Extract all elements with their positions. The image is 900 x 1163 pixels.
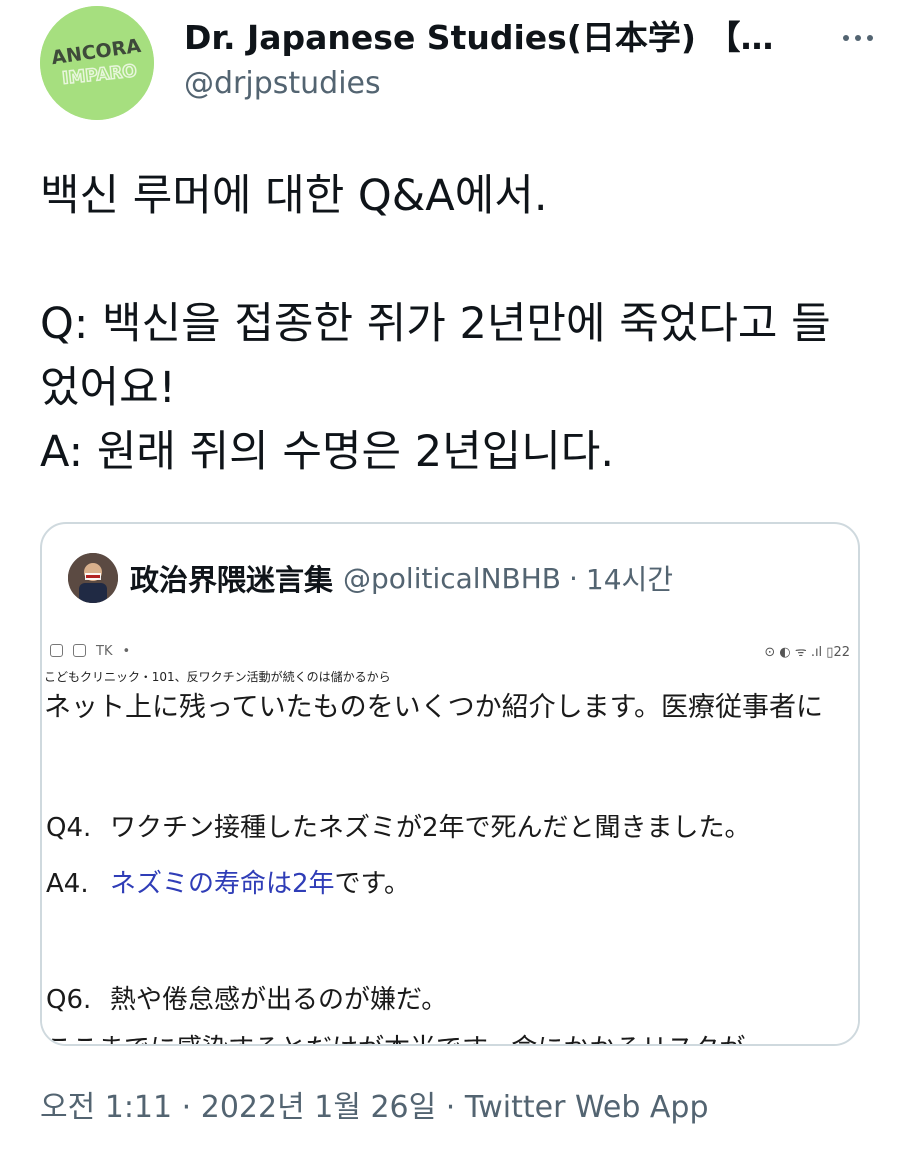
screenshot-row: A4. ネズミの寿命は2年です。 — [46, 864, 410, 904]
tweet-source[interactable]: Twitter Web App — [465, 1090, 709, 1125]
avatar-logo: ANCORA IMPARO — [40, 6, 154, 120]
tweet-text: 백신 루머에 대한 Q&A에서. Q: 백신을 접종한 쥐가 2년만에 죽었다고… — [40, 171, 831, 477]
meta-separator: · — [181, 1090, 192, 1125]
quoted-tweet-header: 政治界隈迷言集 @politicalNBHB · 14시간 — [68, 552, 848, 604]
row-label: Q6. — [46, 985, 92, 1015]
quoted-author-avatar[interactable] — [68, 553, 118, 603]
quoted-separator: · — [569, 561, 578, 595]
status-dot: • — [122, 644, 131, 659]
tweet-date[interactable]: 2022년 1월 26일 — [201, 1090, 436, 1125]
row-highlight: ネズミの寿命は2年 — [110, 869, 335, 899]
meta-separator: · — [445, 1090, 456, 1125]
quoted-display-name[interactable]: 政治界隈迷言集 — [130, 557, 333, 599]
quoted-media-screenshot[interactable]: TK • ⊙ ◐ ᯤ .ıl ▯22 こどもクリニック・101、反ワクチン活動が… — [42, 636, 858, 1044]
row-text: ワクチン接種したネズミが2年で死んだと聞きました。 — [110, 813, 751, 843]
screenshot-intro: ネット上に残っていたものをいくつか紹介します。医療従事者に — [44, 692, 823, 723]
cut-text: ここまでに感染するとだけが本当です。命にかかるリスクが — [46, 1034, 846, 1044]
status-left-icons: TK • — [50, 644, 130, 659]
author-avatar[interactable]: ANCORA IMPARO — [40, 6, 154, 120]
notification-icon — [50, 644, 63, 657]
row-label: Q4. — [46, 813, 92, 843]
row-text-rest: です。 — [334, 869, 410, 899]
screenshot-cut-line: ここまでに感染するとだけが本当です。命にかかるリスクが — [46, 1034, 846, 1044]
status-glyph: TK — [96, 644, 113, 659]
author-names: Dr. Japanese Studies(日本学) 【20… @drjpstud… — [184, 16, 784, 106]
screenshot-row: Q4. ワクチン接種したネズミが2年で死んだと聞きました。 — [46, 808, 751, 848]
tweet-meta: 오전 1:11 · 2022년 1월 26일 · Twitter Web App — [40, 1086, 709, 1130]
row-text: 熱や倦怠感が出るのが嫌だ。 — [110, 985, 448, 1015]
quoted-timestamp[interactable]: 14시간 — [586, 558, 673, 598]
author-display-name[interactable]: Dr. Japanese Studies(日本学) 【20… — [184, 16, 774, 60]
row-label: A4. — [46, 869, 89, 899]
quoted-handle[interactable]: @politicalNBHB — [343, 562, 561, 595]
phone-status-bar: TK • ⊙ ◐ ᯤ .ıl ▯22 — [50, 640, 858, 666]
tweet-time[interactable]: 오전 1:11 — [40, 1090, 172, 1125]
quoted-tweet[interactable]: 政治界隈迷言集 @politicalNBHB · 14시간 TK • ⊙ ◐ ᯤ… — [40, 522, 860, 1046]
author-handle[interactable]: @drjpstudies — [184, 62, 784, 106]
screenshot-page-title: こどもクリニック・101、反ワクチン活動が続くのは儲かるから — [44, 670, 391, 684]
more-horizontal-icon[interactable] — [836, 28, 880, 48]
screenshot-row: Q6. 熱や倦怠感が出るのが嫌だ。 — [46, 980, 447, 1020]
status-right-icons: ⊙ ◐ ᯤ .ıl ▯22 — [764, 645, 850, 660]
tweet-header: ANCORA IMPARO Dr. Japanese Studies(日本学) … — [40, 6, 880, 120]
notification-icon — [73, 644, 86, 657]
